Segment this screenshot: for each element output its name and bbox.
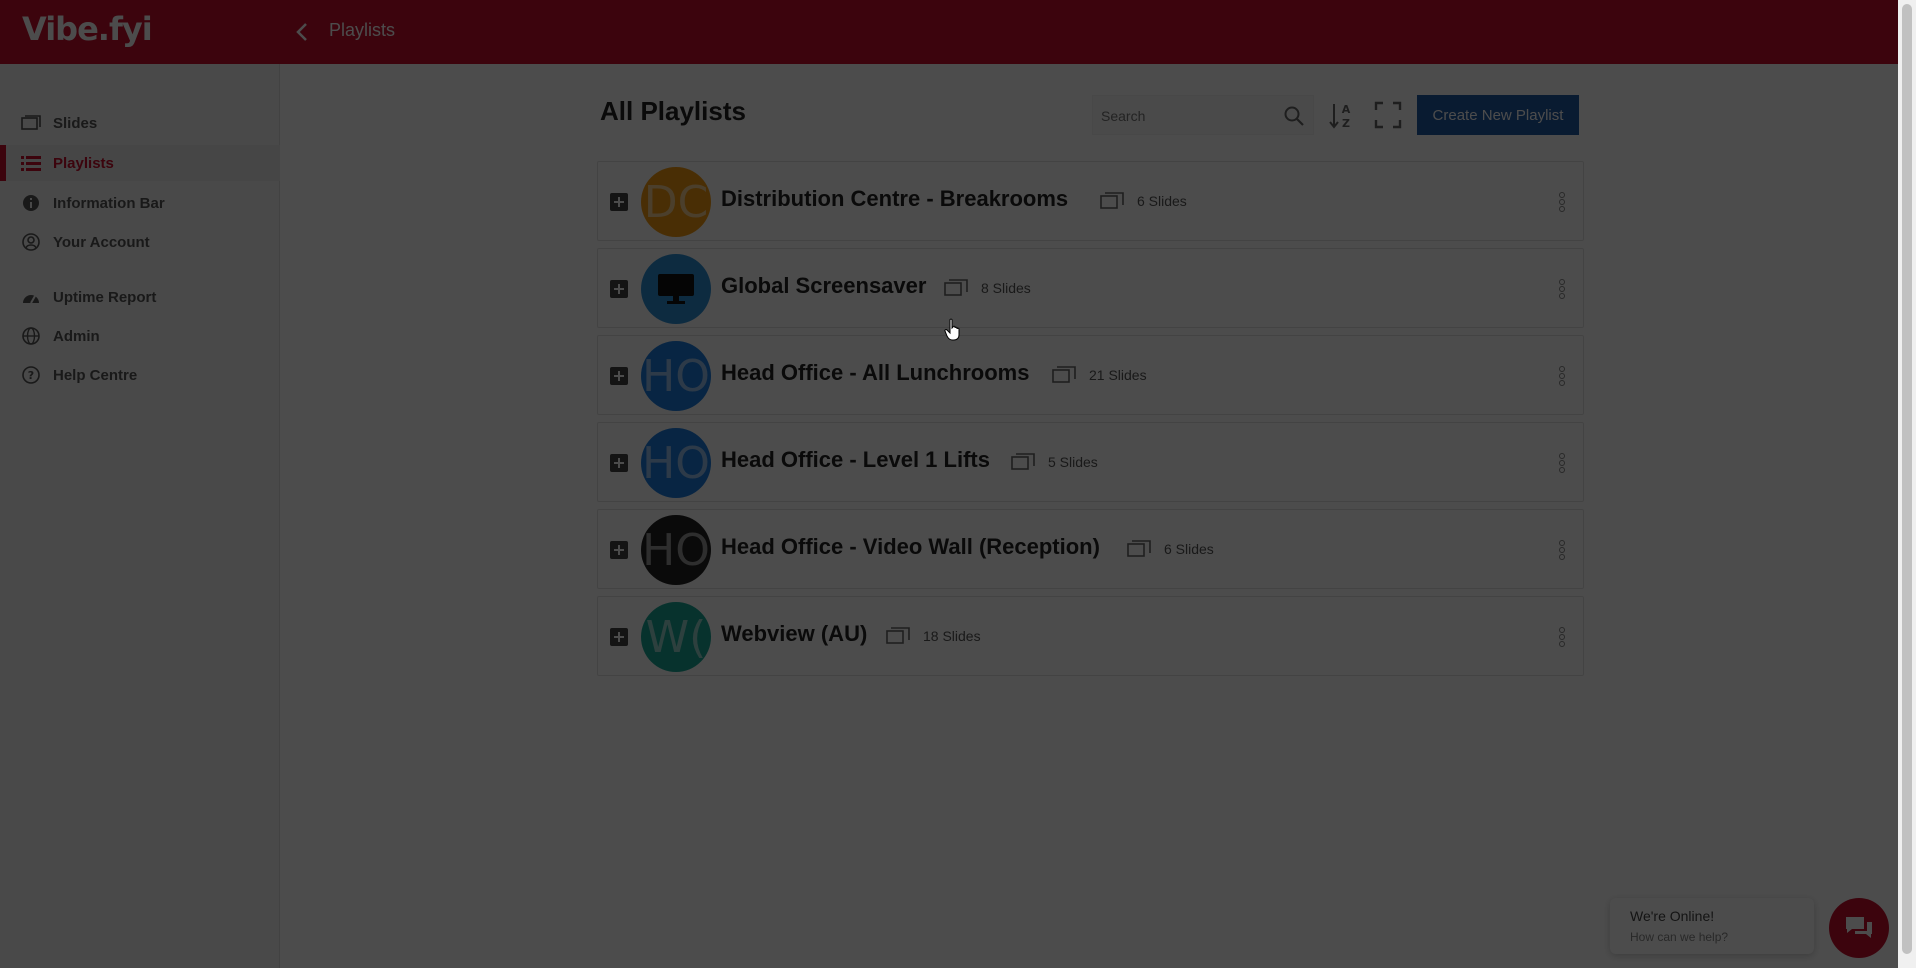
slides-icon	[1052, 366, 1076, 383]
expand-icon[interactable]	[610, 280, 628, 298]
header-title: Playlists	[329, 20, 396, 40]
more-options-icon[interactable]	[1557, 279, 1567, 301]
svg-text:?: ?	[28, 369, 34, 382]
sidebar-item-slides[interactable]: Slides	[0, 105, 280, 141]
chat-subtitle: How can we help?	[1630, 930, 1729, 944]
sidebar-item-information-bar[interactable]: Information Bar	[0, 185, 280, 221]
playlist-name[interactable]: Head Office - Level 1 Lifts	[721, 447, 990, 473]
back-button[interactable]	[290, 18, 314, 46]
sidebar-item-label: Playlists	[53, 154, 114, 172]
playlist-avatar: HO	[641, 341, 711, 411]
list-icon	[21, 153, 41, 173]
playlist-name[interactable]: Head Office - All Lunchrooms	[721, 360, 1029, 386]
playlist-row[interactable]: HO Head Office - Video Wall (Reception) …	[597, 509, 1584, 589]
sidebar-item-uptime-report[interactable]: Uptime Report	[0, 279, 280, 315]
question-icon: ?	[21, 365, 41, 385]
sidebar-item-label: Information Bar	[53, 194, 165, 212]
page-title: All Playlists	[600, 96, 746, 126]
gauge-icon	[21, 287, 41, 307]
slides-icon	[1100, 192, 1124, 209]
playlist-row[interactable]: DC Distribution Centre - Breakrooms 6 Sl…	[597, 161, 1584, 241]
sidebar-item-help-centre[interactable]: ? Help Centre	[0, 357, 280, 393]
sidebar-item-label: Uptime Report	[53, 288, 157, 306]
top-header: Vibe.fyi Playlists	[0, 0, 1898, 64]
playlist-name[interactable]: Distribution Centre - Breakrooms	[721, 186, 1068, 212]
sidebar-item-label: Admin	[53, 327, 100, 345]
playlist-name[interactable]: Head Office - Video Wall (Reception)	[721, 534, 1100, 560]
expand-icon[interactable]	[610, 628, 628, 646]
slide-count: 5 Slides	[1011, 453, 1098, 471]
slide-count-text: 18 Slides	[923, 628, 981, 644]
hand-cursor-icon	[944, 318, 960, 341]
slide-count: 6 Slides	[1127, 540, 1214, 558]
expand-icon[interactable]	[610, 541, 628, 559]
sidebar-item-admin[interactable]: Admin	[0, 318, 280, 354]
sidebar-item-label: Help Centre	[53, 366, 138, 384]
playlist-row[interactable]: HO Head Office - Level 1 Lifts 5 Slides	[597, 422, 1584, 502]
playlist-name[interactable]: Global Screensaver	[721, 273, 926, 299]
svg-text:Z: Z	[1342, 117, 1350, 130]
create-playlist-button[interactable]: Create New Playlist	[1417, 95, 1579, 135]
slide-count-text: 5 Slides	[1048, 454, 1098, 470]
slides-icon	[1011, 453, 1035, 470]
sidebar-item-label: Slides	[53, 114, 98, 132]
expand-icon[interactable]	[610, 454, 628, 472]
sidebar-item-label: Your Account	[53, 233, 150, 251]
sort-alpha-icon[interactable]: A Z	[1329, 100, 1355, 130]
playlist-avatar: HO	[641, 515, 711, 585]
slide-count: 21 Slides	[1052, 366, 1147, 384]
expand-icon[interactable]	[610, 367, 628, 385]
search-input[interactable]	[1101, 104, 1271, 128]
slide-count-text: 8 Slides	[981, 280, 1031, 296]
slides-icon	[21, 113, 41, 133]
slide-count: 6 Slides	[1100, 192, 1187, 210]
slide-count-text: 21 Slides	[1089, 367, 1147, 383]
sidebar-item-playlists[interactable]: Playlists	[0, 145, 280, 181]
user-circle-icon	[21, 232, 41, 252]
svg-text:A: A	[1342, 103, 1351, 116]
fullscreen-icon[interactable]	[1374, 101, 1402, 129]
scrollbar[interactable]	[1898, 0, 1916, 968]
chat-button[interactable]	[1829, 898, 1889, 958]
search-box	[1092, 95, 1314, 135]
chat-bubble[interactable]: We're Online! How can we help?	[1610, 898, 1814, 954]
slides-icon	[1127, 540, 1151, 557]
slides-icon	[944, 279, 968, 296]
chevron-left-icon	[296, 23, 307, 41]
sidebar: Slides Playlists Information Bar Your Ac…	[0, 64, 280, 968]
monitor-icon	[658, 274, 694, 304]
chat-title: We're Online!	[1630, 908, 1715, 924]
more-options-icon[interactable]	[1557, 453, 1567, 475]
more-options-icon[interactable]	[1557, 366, 1567, 388]
app-logo[interactable]: Vibe.fyi	[22, 10, 153, 48]
playlist-row[interactable]: Global Screensaver 8 Slides	[597, 248, 1584, 328]
playlist-avatar	[641, 254, 711, 324]
playlist-name[interactable]: Webview (AU)	[721, 621, 867, 647]
more-options-icon[interactable]	[1557, 627, 1567, 649]
playlist-avatar: HO	[641, 428, 711, 498]
search-icon[interactable]	[1283, 105, 1305, 127]
slide-count: 18 Slides	[886, 627, 981, 645]
slide-count-text: 6 Slides	[1164, 541, 1214, 557]
scrollbar-thumb[interactable]	[1902, 4, 1912, 954]
more-options-icon[interactable]	[1557, 192, 1567, 214]
slide-count-text: 6 Slides	[1137, 193, 1187, 209]
more-options-icon[interactable]	[1557, 540, 1567, 562]
playlist-avatar: W(	[641, 602, 711, 672]
playlist-row[interactable]: W( Webview (AU) 18 Slides	[597, 596, 1584, 676]
sidebar-item-your-account[interactable]: Your Account	[0, 224, 280, 260]
chat-icon	[1846, 917, 1872, 938]
playlist-row[interactable]: HO Head Office - All Lunchrooms 21 Slide…	[597, 335, 1584, 415]
expand-icon[interactable]	[610, 193, 628, 211]
globe-icon	[21, 326, 41, 346]
slide-count: 8 Slides	[944, 279, 1031, 297]
slides-icon	[886, 627, 910, 644]
playlist-avatar: DC	[641, 167, 711, 237]
info-icon	[21, 193, 41, 213]
